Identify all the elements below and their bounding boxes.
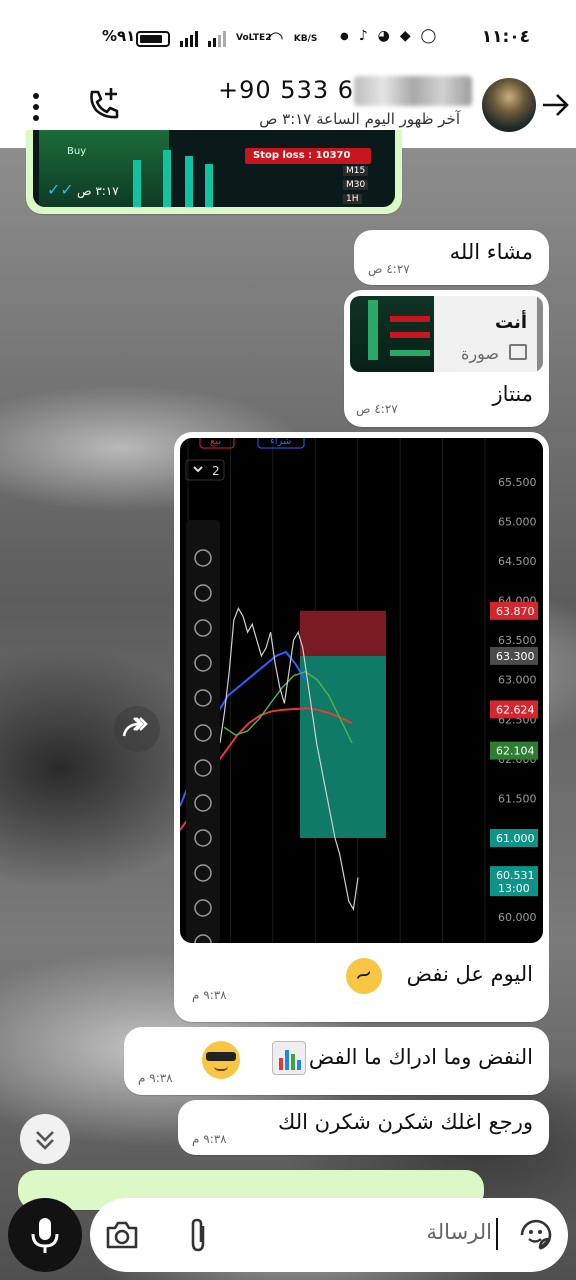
read-ticks-icon: ✓✓ [47, 180, 74, 199]
signal-icon [180, 30, 198, 47]
blurred-digits [354, 76, 472, 106]
stop-loss-label: Stop loss : 10370 [253, 150, 351, 161]
buy-button-label: شراء [270, 438, 291, 447]
message-incoming-image[interactable]: بيع شراء 2 65.500 65.000 64.500 64.000 63.500 63… [174, 432, 549, 1022]
laughing-emoji-icon: ∼ [340, 952, 388, 1000]
price-tag-label: 60.531 [496, 869, 535, 882]
add-call-icon[interactable] [84, 84, 124, 124]
quoted-type: صورة [461, 344, 499, 363]
sell-button-label: بيع [210, 438, 221, 447]
price-tag-label: 63.300 [496, 650, 535, 663]
stop-loss-zone [300, 610, 386, 656]
message-time: ٩:٣٨ م [192, 988, 227, 1002]
drawing-toolbar [186, 520, 220, 943]
chart-image[interactable]: بيع شراء 2 65.500 65.000 64.500 64.000 63.500 63… [180, 438, 543, 943]
message-image-outgoing[interactable]: Buy Stop loss : 10370 M15 M30 1H ✓✓ ٣:١٧… [26, 130, 402, 214]
messenger-icon: ◆ [399, 28, 411, 44]
volte-icon: VoLTE2 [236, 33, 272, 43]
price-tag-label: 63.870 [496, 605, 535, 618]
camera-icon[interactable] [104, 1218, 140, 1252]
signal-2-icon [208, 30, 226, 47]
shazam-icon: ◕ [377, 28, 390, 44]
sticker-icon[interactable] [518, 1217, 554, 1253]
quoted-message[interactable]: أنت صورة [350, 296, 543, 372]
message-time: ٤:٢٧ ص [356, 402, 398, 416]
forward-icon [122, 717, 148, 737]
message-incoming[interactable]: مشاء الله ٤:٢٧ ص [354, 230, 549, 285]
attach-icon[interactable] [184, 1216, 212, 1254]
battery-icon [136, 30, 170, 47]
more-options-icon[interactable] [26, 90, 46, 130]
tf-1h: 1H [343, 194, 362, 204]
buy-label: Buy [67, 146, 87, 157]
chevron-down-icon [193, 466, 203, 473]
y-tick-label: 63.500 [498, 634, 537, 647]
tf-m30: M30 [343, 180, 369, 190]
y-tick-label: 65.000 [498, 515, 537, 528]
status-bar: %٩١ VoLTE2 ◠ KB/S ● ♪ ◕ ◆ ◯ ١١:٠٤ [0, 0, 576, 72]
message-time: ٤:٢٧ ص [368, 262, 410, 276]
message-text: منتاز [492, 382, 533, 406]
message-input[interactable]: الرسالة [427, 1220, 492, 1244]
forward-button[interactable] [114, 706, 160, 752]
y-tick-label: 64.500 [498, 555, 537, 568]
clock: ١١:٠٤ [481, 27, 530, 47]
contact-name[interactable]: +90 533 6 [218, 76, 472, 106]
text-cursor [496, 1218, 498, 1250]
network-speed: KB/S [293, 33, 318, 44]
price-tag-label: 62.104 [496, 745, 535, 758]
image-icon [509, 344, 527, 360]
status-icons: VoLTE2 ◠ KB/S [136, 28, 317, 49]
trade-screenshot: Buy Stop loss : 10370 M15 M30 1H ✓✓ ٣:١٧… [33, 130, 395, 207]
sunglasses-emoji-icon [202, 1041, 240, 1079]
scroll-to-bottom-button[interactable] [20, 1114, 70, 1164]
message-input-bar[interactable]: الرسالة [90, 1198, 568, 1272]
y-tick-label: 63.000 [498, 674, 537, 687]
dot-icon: ● [340, 30, 349, 42]
battery-percent: %٩١ [102, 27, 136, 45]
message-incoming[interactable]: ورجع اغلك شكرن شكرن الك ٩:٣٨ م [178, 1100, 549, 1155]
price-tag-time: 13:00 [498, 882, 530, 895]
back-arrow-icon[interactable] [540, 90, 570, 120]
price-chart: بيع شراء265.50065.00064.50064.00063.50063… [180, 438, 538, 943]
y-tick-label: 65.500 [498, 476, 537, 489]
message-incoming-reply[interactable]: أنت صورة منتاز ٤:٢٧ ص [344, 290, 549, 427]
notification-icons: ● ♪ ◕ ◆ ◯ [340, 28, 436, 44]
microphone-icon [31, 1218, 59, 1253]
y-tick-label: 60.000 [498, 911, 537, 924]
message-time: ٩:٣٨ م [192, 1132, 227, 1146]
message-text: اليوم عل نفض [406, 962, 533, 986]
voice-record-button[interactable] [8, 1198, 82, 1272]
take-profit-zone [300, 655, 386, 838]
chart-emoji-icon [272, 1041, 306, 1075]
wifi-icon: ◠ [268, 28, 284, 49]
message-text: مشاء الله [449, 240, 533, 264]
message-text: النفض وما ادراك ما الفض [308, 1045, 533, 1069]
message-time: ٣:١٧ ص [77, 184, 119, 198]
tf-m15: M15 [343, 166, 369, 176]
interval-label: 2 [212, 464, 220, 478]
whatsapp-icon: ◯ [420, 28, 437, 44]
tiktok-icon: ♪ [358, 28, 368, 44]
double-chevron-down-icon [36, 1131, 54, 1150]
y-tick-label: 61.500 [498, 792, 537, 805]
last-seen: آخر ظهور اليوم الساعة ٣:١٧ ص [259, 110, 460, 128]
price-tag-label: 61.000 [496, 832, 535, 845]
avatar[interactable] [482, 78, 536, 132]
quoted-sender: أنت [495, 312, 527, 333]
message-time: ٩:٣٨ م [138, 1071, 173, 1085]
quoted-thumbnail [350, 296, 434, 372]
contact-number: +90 533 6 [218, 76, 354, 104]
message-text: ورجع اغلك شكرن شكرن الك [278, 1110, 533, 1134]
price-tag-label: 62.624 [496, 703, 535, 716]
message-incoming[interactable]: النفض وما ادراك ما الفض ٩:٣٨ م [124, 1027, 549, 1095]
